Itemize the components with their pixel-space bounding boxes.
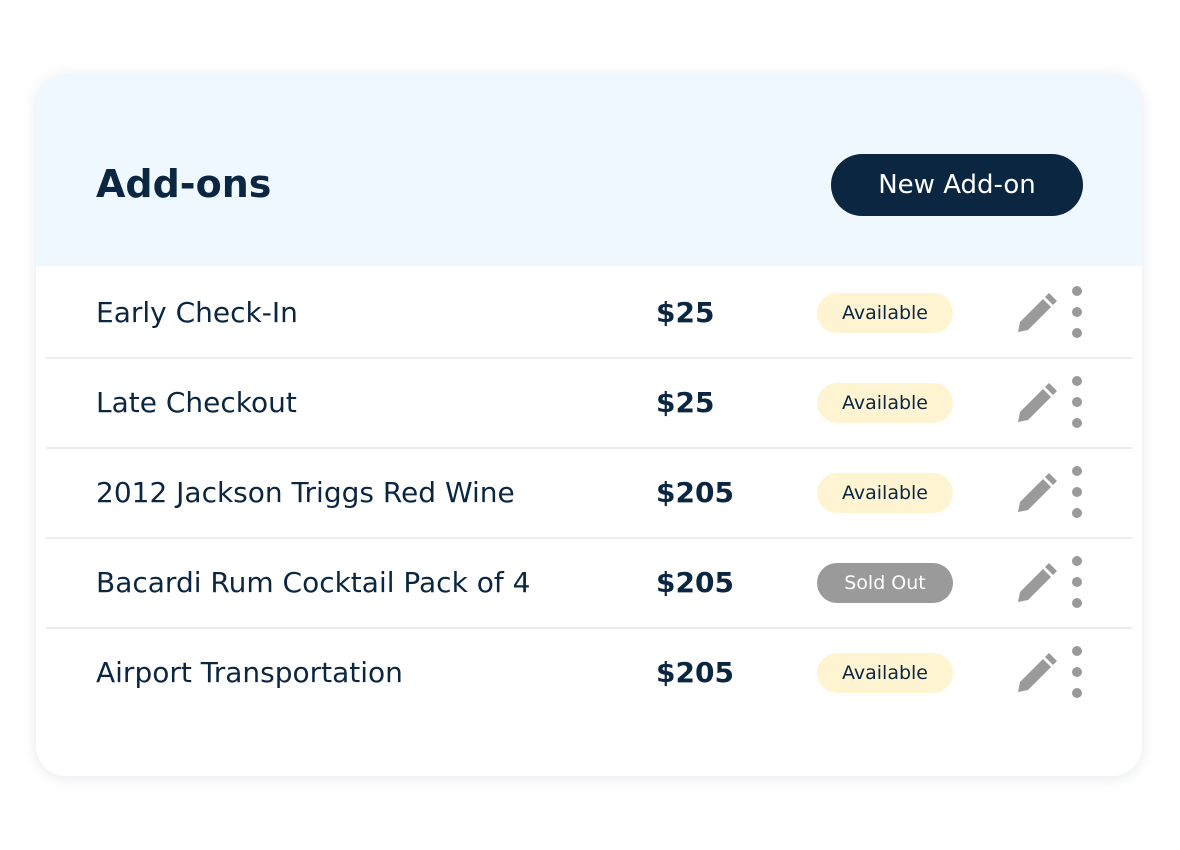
card-header: Add-ons New Add-on <box>36 74 1142 266</box>
page-title: Add-ons <box>96 162 272 206</box>
addon-price: $205 <box>656 566 734 599</box>
addon-row: Late Checkout $25 Available <box>46 358 1132 449</box>
addon-row: Airport Transportation $205 Available <box>46 628 1132 717</box>
addon-name: Early Check-In <box>96 296 298 329</box>
addon-price: $205 <box>656 656 734 689</box>
status-badge: Available <box>817 653 953 693</box>
addon-name: Bacardi Rum Cocktail Pack of 4 <box>96 566 531 599</box>
status-badge: Available <box>817 293 953 333</box>
pencil-icon[interactable] <box>1014 560 1060 606</box>
pencil-icon[interactable] <box>1014 380 1060 426</box>
addon-name: Late Checkout <box>96 386 297 419</box>
addon-name: Airport Transportation <box>96 656 403 689</box>
vertical-ellipsis-icon[interactable] <box>1066 464 1088 520</box>
new-addon-button[interactable]: New Add-on <box>831 154 1083 216</box>
addon-name: 2012 Jackson Triggs Red Wine <box>96 476 515 509</box>
addons-card: Add-ons New Add-on Early Check-In $25 Av… <box>36 74 1142 776</box>
vertical-ellipsis-icon[interactable] <box>1066 374 1088 430</box>
status-badge: Available <box>817 383 953 423</box>
pencil-icon[interactable] <box>1014 290 1060 336</box>
addon-price: $25 <box>656 296 715 329</box>
pencil-icon[interactable] <box>1014 650 1060 696</box>
addon-row: Early Check-In $25 Available <box>46 268 1132 359</box>
addon-price: $205 <box>656 476 734 509</box>
status-badge: Available <box>817 473 953 513</box>
status-badge: Sold Out <box>817 563 953 603</box>
vertical-ellipsis-icon[interactable] <box>1066 554 1088 610</box>
addon-row: Bacardi Rum Cocktail Pack of 4 $205 Sold… <box>46 538 1132 629</box>
addon-row: 2012 Jackson Triggs Red Wine $205 Availa… <box>46 448 1132 539</box>
vertical-ellipsis-icon[interactable] <box>1066 284 1088 340</box>
vertical-ellipsis-icon[interactable] <box>1066 644 1088 700</box>
addon-price: $25 <box>656 386 715 419</box>
pencil-icon[interactable] <box>1014 470 1060 516</box>
